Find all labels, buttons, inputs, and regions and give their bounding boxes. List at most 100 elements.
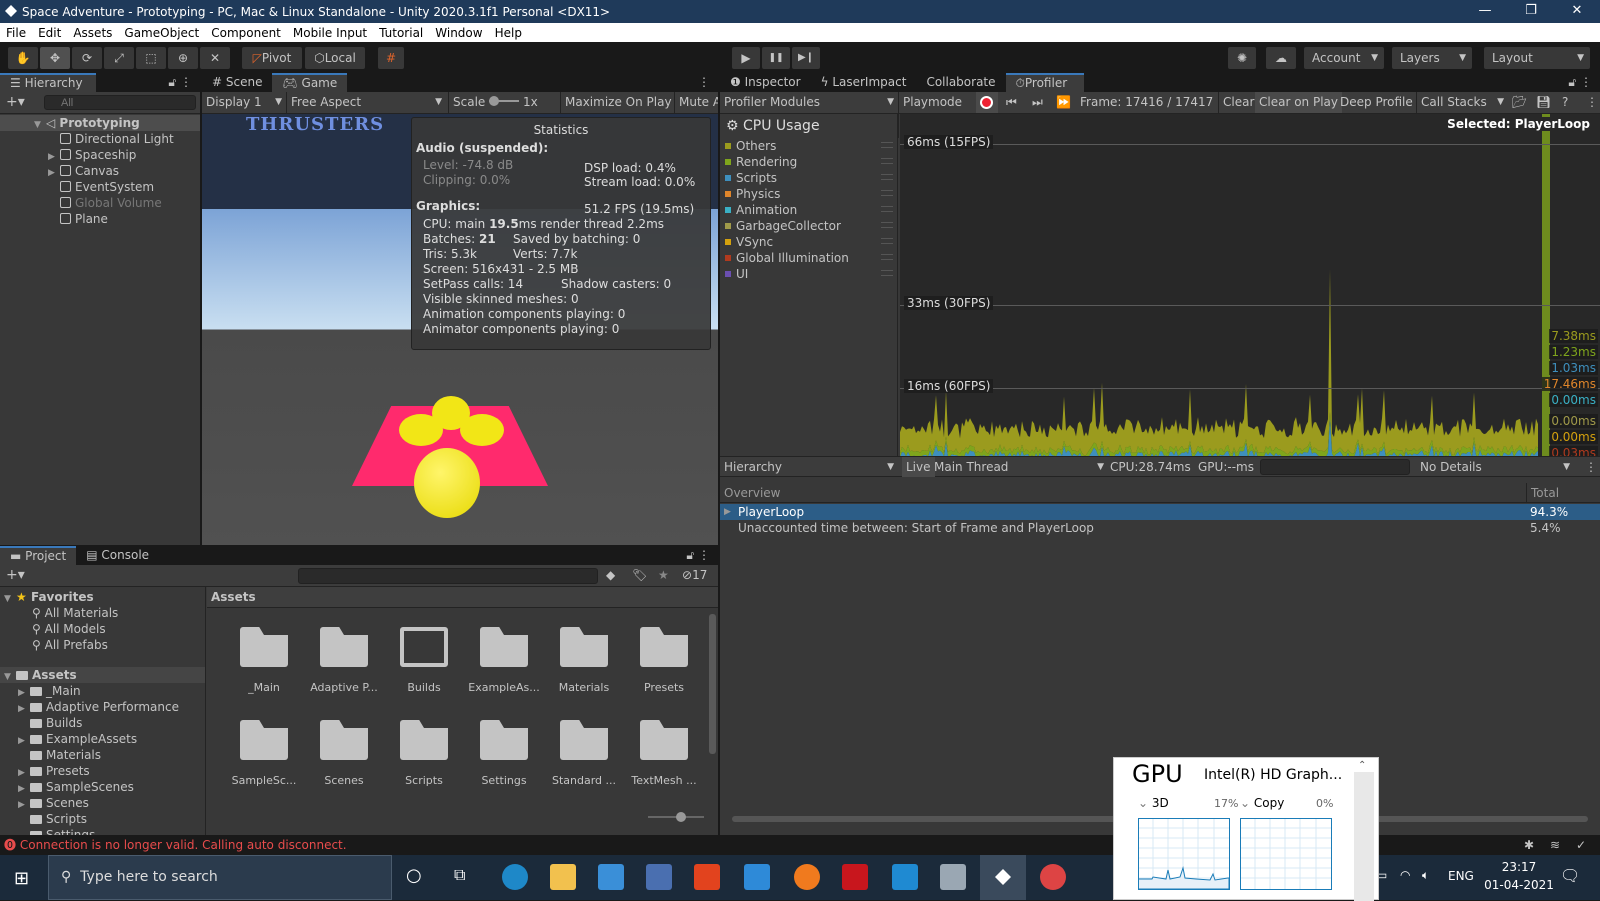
profiler-modules-dropdown[interactable]: Profiler Modules ▼: [724, 92, 894, 113]
tab-collaborate[interactable]: Collaborate: [916, 73, 1005, 92]
windows-start-icon[interactable]: ⊞: [14, 868, 29, 889]
wifi-icon[interactable]: ◠: [1400, 868, 1410, 882]
move-tool-icon[interactable]: ✥: [40, 47, 70, 69]
category-others[interactable]: Others: [720, 138, 897, 154]
grid-snap-icon[interactable]: #: [378, 47, 404, 69]
unity-taskbar-button[interactable]: [980, 855, 1026, 900]
edge-icon[interactable]: [502, 864, 528, 890]
tab-hierarchy[interactable]: ☰ Hierarchy: [0, 73, 96, 92]
menu-edit[interactable]: Edit: [32, 26, 67, 40]
menu-assets[interactable]: Assets: [67, 26, 118, 40]
drag-handle-icon[interactable]: [881, 270, 893, 276]
live-toggle[interactable]: Live: [902, 457, 935, 477]
tab-inspector[interactable]: ❶ Inspector: [720, 73, 811, 92]
favorite-item[interactable]: ⚲ All Prefabs: [0, 637, 205, 653]
asset-folder-item[interactable]: ▶ SampleScenes: [0, 779, 205, 795]
mail-icon[interactable]: [598, 864, 624, 890]
unity-hub-icon[interactable]: [1040, 864, 1066, 890]
details-dropdown[interactable]: No Details ▼: [1420, 457, 1570, 477]
volume-icon[interactable]: 🔈︎: [1422, 868, 1429, 883]
view-dropdown[interactable]: Hierarchy ▼: [724, 457, 894, 477]
asset-folder-item[interactable]: ▶ Scenes: [0, 795, 205, 811]
task-view-icon[interactable]: ⧉: [454, 865, 465, 885]
mute-audio-toggle[interactable]: Mute A: [674, 92, 718, 113]
transform-tool-icon[interactable]: ⊕: [168, 47, 198, 69]
asset-folder-item[interactable]: ▶ Adaptive Performance: [0, 699, 205, 715]
pivot-toggle[interactable]: ◸Pivot: [242, 47, 302, 69]
scale-slider[interactable]: Scale 1x: [448, 92, 538, 113]
rect-tool-icon[interactable]: ⬚: [136, 47, 166, 69]
drag-handle-icon[interactable]: [881, 238, 893, 244]
filter-by-type-icon[interactable]: ◆: [606, 568, 615, 582]
cpu-usage-module[interactable]: ⚙ CPU Usage: [720, 114, 897, 138]
step-button[interactable]: ▶❙: [792, 47, 820, 69]
asset-folder[interactable]: Materials: [545, 627, 623, 694]
assets-root-row[interactable]: ▼ Assets: [0, 667, 205, 683]
layout-dropdown[interactable]: Layout ▼: [1484, 47, 1590, 69]
icon-size-slider[interactable]: [648, 812, 704, 822]
app-icon[interactable]: [940, 864, 966, 890]
asset-folder[interactable]: Standard ...: [545, 720, 623, 787]
asset-folder[interactable]: Scripts: [385, 720, 463, 787]
previous-frame-button[interactable]: ⏮: [1006, 92, 1017, 113]
hierarchy-item[interactable]: Plane: [0, 211, 200, 227]
asset-folder-item[interactable]: Scripts: [0, 811, 205, 827]
add-icon[interactable]: +▾: [6, 94, 25, 110]
engine-copy-label[interactable]: ⌄ Copy: [1240, 796, 1284, 810]
services-icon[interactable]: ✺: [1228, 47, 1256, 69]
taskbar-search[interactable]: ⚲ Type here to search: [48, 855, 392, 900]
display-dropdown[interactable]: Display 1 ▼: [206, 92, 282, 113]
hand-tool-icon[interactable]: ✋: [8, 47, 38, 69]
cortana-icon[interactable]: ○: [406, 865, 422, 886]
slider-thumb[interactable]: [676, 812, 686, 822]
category-scripts[interactable]: Scripts: [720, 170, 897, 186]
restore-button[interactable]: ❐: [1508, 0, 1554, 23]
clock-date[interactable]: 01-04-2021: [1478, 878, 1560, 892]
lock-icon[interactable]: 🔓︎ ⋮: [1568, 73, 1600, 92]
column-overview[interactable]: Overview: [724, 483, 781, 503]
custom-tool-icon[interactable]: ✕: [200, 47, 230, 69]
menu-component[interactable]: Component: [205, 26, 287, 40]
local-toggle[interactable]: ⬡Local: [305, 47, 365, 69]
asset-folder[interactable]: Scenes: [305, 720, 383, 787]
drag-handle-icon[interactable]: [881, 174, 893, 180]
favorite-item[interactable]: ⚲ All Materials: [0, 605, 205, 621]
maximize-on-play-toggle[interactable]: Maximize On Play: [560, 92, 672, 113]
asset-folder-item[interactable]: ▶ ExampleAssets: [0, 731, 205, 747]
project-search-input[interactable]: [298, 568, 598, 584]
clock-time[interactable]: 23:17: [1484, 860, 1554, 874]
scroll-up-icon[interactable]: ⌃: [1358, 760, 1366, 771]
slider-thumb[interactable]: [489, 96, 500, 106]
debug-icon[interactable]: ✱: [1524, 835, 1534, 855]
drag-handle-icon[interactable]: [881, 190, 893, 196]
phone-icon[interactable]: [744, 864, 770, 890]
asset-folder[interactable]: SampleSc...: [225, 720, 303, 787]
expand-arrow-icon[interactable]: ▶: [724, 504, 731, 520]
asset-folder-item[interactable]: Materials: [0, 747, 205, 763]
hierarchy-item[interactable]: EventSystem: [0, 179, 200, 195]
tab-game[interactable]: 🎮︎ Game: [272, 73, 348, 92]
scene-row[interactable]: ▼ ◁ Prototyping: [0, 115, 200, 131]
menu-help[interactable]: Help: [489, 26, 528, 40]
vscode-icon[interactable]: [892, 864, 918, 890]
tab-laserimpact[interactable]: ϟ LaserImpact: [811, 73, 917, 92]
play-button[interactable]: ▶: [732, 47, 760, 69]
details-search-input[interactable]: [1260, 459, 1410, 475]
clear-on-play-toggle[interactable]: Clear on Play: [1255, 92, 1342, 113]
category-rendering[interactable]: Rendering: [720, 154, 897, 170]
record-button[interactable]: [976, 92, 998, 113]
store-icon[interactable]: [646, 864, 672, 890]
close-button[interactable]: ✕: [1554, 0, 1600, 23]
menu-file[interactable]: File: [0, 26, 32, 40]
status-message[interactable]: Connection is no longer valid. Calling a…: [20, 838, 347, 852]
check-icon[interactable]: ✓: [1576, 835, 1586, 855]
drag-handle-icon[interactable]: [881, 206, 893, 212]
asset-folder[interactable]: _Main: [225, 627, 303, 694]
tab-profiler[interactable]: ⏱Profiler: [1005, 73, 1084, 92]
category-physics[interactable]: Physics: [720, 186, 897, 202]
firefox-icon[interactable]: [794, 864, 820, 890]
cache-icon[interactable]: ≋: [1550, 835, 1560, 855]
asset-folder[interactable]: Presets: [625, 627, 703, 694]
asset-folder-item[interactable]: ▶ _Main: [0, 683, 205, 699]
favorite-item[interactable]: ⚲ All Models: [0, 621, 205, 637]
